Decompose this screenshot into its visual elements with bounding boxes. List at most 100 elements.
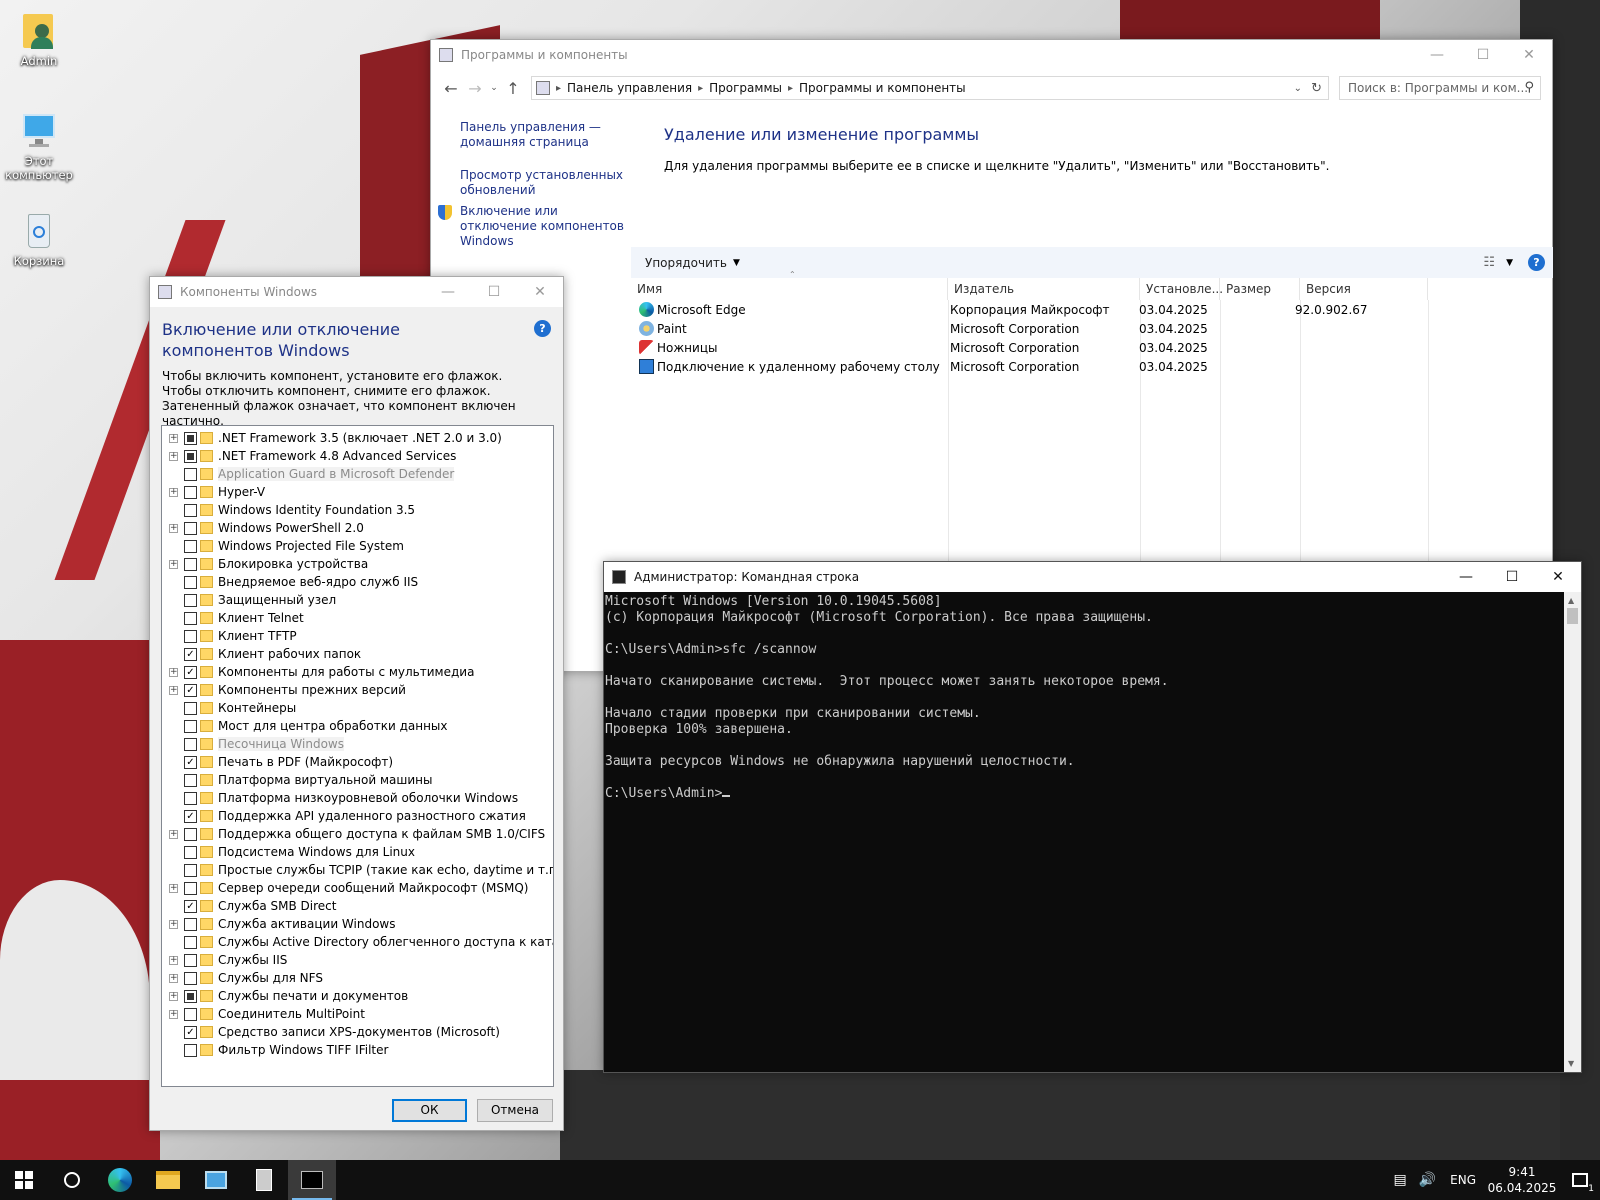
features-titlebar[interactable]: Компоненты Windows — ☐ ✕ <box>150 277 563 307</box>
desktop-icon-recycle-bin[interactable]: Корзина <box>0 210 78 268</box>
recent-dropdown-icon[interactable]: ⌄ <box>487 76 501 100</box>
expand-icon[interactable]: + <box>169 559 178 569</box>
taskbar-edge[interactable] <box>96 1160 144 1200</box>
feature-row[interactable]: + Поддержка общего доступа к файлам SMB 1… <box>162 825 553 843</box>
feature-checkbox[interactable]: ✓ <box>184 665 197 679</box>
feature-row[interactable]: + .NET Framework 3.5 (включает .NET 2.0 и… <box>162 429 553 447</box>
feature-checkbox[interactable]: ✓ <box>184 809 197 823</box>
feature-checkbox[interactable] <box>184 575 197 589</box>
expand-icon[interactable]: + <box>169 883 178 893</box>
notification-button[interactable]: 1 <box>1560 1160 1600 1200</box>
search-button[interactable] <box>48 1160 96 1200</box>
feature-checkbox[interactable] <box>184 845 197 859</box>
feature-row[interactable]: Службы Active Directory облегченного дос… <box>162 933 553 951</box>
feature-checkbox[interactable] <box>184 1007 197 1021</box>
feature-checkbox[interactable] <box>184 629 197 643</box>
feature-row[interactable]: ✓ Служба SMB Direct <box>162 897 553 915</box>
breadcrumb-programs[interactable]: Программы <box>709 81 782 95</box>
feature-row[interactable]: + Службы IIS <box>162 951 553 969</box>
feature-checkbox[interactable] <box>184 1043 197 1057</box>
feature-row[interactable]: Контейнеры <box>162 699 553 717</box>
close-button[interactable]: ✕ <box>1506 40 1552 70</box>
feature-checkbox[interactable] <box>184 971 197 985</box>
feature-row[interactable]: + Hyper-V <box>162 483 553 501</box>
feature-row[interactable]: Клиент TFTP <box>162 627 553 645</box>
taskbar-file-explorer[interactable] <box>144 1160 192 1200</box>
feature-checkbox[interactable] <box>184 719 197 733</box>
feature-checkbox[interactable] <box>184 863 197 877</box>
taskbar-command-prompt[interactable] <box>288 1160 336 1200</box>
feature-row[interactable]: Платформа низкоуровневой оболочки Window… <box>162 789 553 807</box>
help-icon[interactable]: ? <box>1528 254 1545 271</box>
back-arrow-icon[interactable]: ← <box>439 76 463 100</box>
feature-row[interactable]: Мост для центра обработки данных <box>162 717 553 735</box>
feature-row[interactable]: ✓ Клиент рабочих папок <box>162 645 553 663</box>
feature-checkbox[interactable] <box>184 827 197 841</box>
feature-checkbox[interactable]: ✓ <box>184 647 197 661</box>
feature-row[interactable]: + ✓ Компоненты для работы с мультимедиа <box>162 663 553 681</box>
view-options-icon[interactable]: ☷ <box>1483 255 1495 270</box>
volume-icon[interactable]: 🔊 <box>1419 1172 1436 1188</box>
feature-checkbox[interactable] <box>184 989 197 1003</box>
feature-row[interactable]: Фильтр Windows TIFF IFilter <box>162 1041 553 1059</box>
close-button[interactable]: ✕ <box>517 277 563 307</box>
chevron-down-icon[interactable]: ⌄ <box>1294 83 1302 94</box>
feature-checkbox[interactable] <box>184 773 197 787</box>
expand-icon[interactable]: + <box>169 433 178 443</box>
expand-icon[interactable]: + <box>169 1009 178 1019</box>
feature-checkbox[interactable] <box>184 791 197 805</box>
feature-row[interactable]: ✓ Средство записи XPS-документов (Microso… <box>162 1023 553 1041</box>
feature-checkbox[interactable] <box>184 611 197 625</box>
program-row[interactable]: Paint Microsoft Corporation 03.04.2025 <box>631 319 1553 338</box>
address-bar[interactable]: ▸ Панель управления ▸ Программы ▸ Програ… <box>531 76 1329 100</box>
column-header-installed[interactable]: Установле... <box>1140 278 1223 300</box>
expand-icon[interactable]: + <box>169 523 178 533</box>
chevron-down-icon[interactable]: ▼ <box>1506 258 1513 268</box>
programs-titlebar[interactable]: Программы и компоненты — ☐ ✕ <box>431 40 1552 70</box>
feature-checkbox[interactable]: ✓ <box>184 1025 197 1039</box>
expand-icon[interactable]: + <box>169 973 178 983</box>
minimize-button[interactable]: — <box>1414 40 1460 70</box>
breadcrumb-programs-features[interactable]: Программы и компоненты <box>799 81 966 95</box>
link-windows-features[interactable]: Включение или отключение компонентов Win… <box>460 204 630 249</box>
feature-row[interactable]: + .NET Framework 4.8 Advanced Services <box>162 447 553 465</box>
search-input[interactable]: Поиск в: Программы и ком... ⚲ <box>1339 76 1541 100</box>
console-scrollbar[interactable]: ▲ ▼ <box>1564 592 1581 1072</box>
breadcrumb-control-panel[interactable]: Панель управления <box>567 81 692 95</box>
feature-checkbox[interactable] <box>184 557 197 571</box>
feature-row[interactable]: + Служба активации Windows <box>162 915 553 933</box>
feature-checkbox[interactable] <box>184 449 197 463</box>
cmd-titlebar[interactable]: Администратор: Командная строка — ☐ ✕ <box>604 562 1581 592</box>
column-header-publisher[interactable]: Издатель <box>948 278 1140 300</box>
chevron-down-icon[interactable]: ▼ <box>733 258 740 268</box>
program-row[interactable]: Microsoft Edge Корпорация Майкрософт 03.04… <box>631 300 1553 319</box>
desktop-icon-this-pc[interactable]: Этот компьютер <box>0 110 78 182</box>
feature-checkbox[interactable] <box>184 737 197 751</box>
expand-icon[interactable]: + <box>169 919 178 929</box>
up-arrow-icon[interactable]: ↑ <box>501 76 525 100</box>
desktop-icon-admin[interactable]: Admin <box>0 10 78 68</box>
language-indicator[interactable]: ENG <box>1450 1173 1476 1187</box>
feature-row[interactable]: + Службы печати и документов <box>162 987 553 1005</box>
maximize-button[interactable]: ☐ <box>1460 40 1506 70</box>
feature-checkbox[interactable] <box>184 701 197 715</box>
feature-row[interactable]: + Windows PowerShell 2.0 <box>162 519 553 537</box>
feature-checkbox[interactable]: ✓ <box>184 683 197 697</box>
feature-checkbox[interactable] <box>184 935 197 949</box>
maximize-button[interactable]: ☐ <box>1489 562 1535 592</box>
feature-row[interactable]: Application Guard в Microsoft Defender <box>162 465 553 483</box>
feature-checkbox[interactable] <box>184 593 197 607</box>
column-header-name[interactable]: Имя <box>631 278 948 300</box>
start-button[interactable] <box>0 1160 48 1200</box>
feature-row[interactable]: + ✓ Компоненты прежних версий <box>162 681 553 699</box>
feature-checkbox[interactable]: ✓ <box>184 755 197 769</box>
feature-checkbox[interactable] <box>184 953 197 967</box>
command-prompt-window[interactable]: Администратор: Командная строка — ☐ ✕ Mi… <box>603 561 1582 1073</box>
close-button[interactable]: ✕ <box>1535 562 1581 592</box>
column-header-size[interactable]: Размер <box>1220 278 1300 300</box>
expand-icon[interactable]: + <box>169 451 178 461</box>
console-output[interactable]: Microsoft Windows [Version 10.0.19045.56… <box>604 592 1564 1072</box>
feature-row[interactable]: + Соединитель MultiPoint <box>162 1005 553 1023</box>
cancel-button[interactable]: Отмена <box>477 1099 553 1122</box>
minimize-button[interactable]: — <box>425 277 471 307</box>
